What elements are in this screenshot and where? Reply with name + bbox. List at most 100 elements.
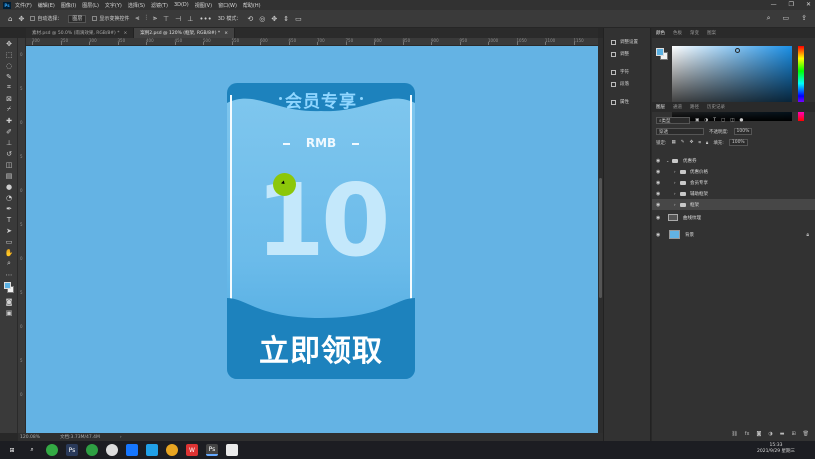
panel-adjustments[interactable]: 调整 bbox=[604, 48, 650, 60]
hand-tool-icon[interactable]: ✋ bbox=[0, 247, 18, 258]
expand-chevron-icon[interactable]: ⌄ bbox=[666, 158, 669, 163]
more-options-icon[interactable]: ••• bbox=[199, 15, 211, 23]
lock-paint-icon[interactable]: ✎ bbox=[681, 140, 685, 145]
move-tool-icon[interactable]: ✥ bbox=[0, 38, 18, 49]
3d-scale-icon[interactable]: ▭ bbox=[295, 15, 302, 23]
menu-edit[interactable]: 编辑(E) bbox=[38, 2, 55, 9]
photoshop-taskbar-icon[interactable]: Ps bbox=[66, 444, 78, 456]
ruler-horizontal[interactable]: 200 250 300 350 400 450 500 550 600 650 700 750 800 8… bbox=[26, 38, 598, 46]
canvas[interactable]: 会员专享 RMB 10 立即领取 bbox=[26, 46, 598, 433]
quick-select-tool-icon[interactable]: ✎ bbox=[0, 71, 18, 82]
3d-slide-icon[interactable]: ⇕ bbox=[283, 15, 289, 23]
status-menu-arrow[interactable]: › bbox=[120, 435, 122, 440]
link-layers-icon[interactable]: ⛓ bbox=[731, 431, 737, 437]
move-tool-icon[interactable]: ✥ bbox=[18, 15, 24, 23]
lock-position-icon[interactable]: ✥ bbox=[690, 140, 694, 145]
tab-doc-1[interactable]: 素材.psd @ 50.0% (雨滴效果, RGB/8#) * × bbox=[26, 28, 135, 38]
align-center-icon[interactable]: ⫶ bbox=[145, 14, 147, 23]
system-clock[interactable]: 15:33 2021/9/29 星期三 bbox=[757, 443, 795, 455]
screen-mode-icon[interactable]: ▣ bbox=[0, 307, 18, 318]
collapse-chevron-icon[interactable]: › bbox=[674, 180, 676, 185]
search-icon[interactable]: ⌕ bbox=[26, 444, 38, 456]
align-right-icon[interactable]: ⫸ bbox=[153, 14, 157, 23]
eyedropper-tool-icon[interactable]: ⌿ bbox=[0, 104, 18, 115]
tab-channels[interactable]: 通道 bbox=[673, 104, 682, 110]
pen-tool-icon[interactable]: ✒ bbox=[0, 203, 18, 214]
menu-view[interactable]: 视图(V) bbox=[195, 2, 212, 9]
menu-select[interactable]: 选择(S) bbox=[128, 2, 145, 9]
zoom-tool-icon[interactable]: ⌕ bbox=[0, 258, 18, 269]
gradient-tool-icon[interactable]: ▤ bbox=[0, 170, 18, 181]
3d-drag-icon[interactable]: ✥ bbox=[271, 15, 277, 23]
visibility-eye-icon[interactable]: ◉ bbox=[656, 191, 660, 197]
share-icon[interactable]: ⇪ bbox=[801, 14, 807, 23]
app-green-icon[interactable] bbox=[46, 444, 58, 456]
add-mask-icon[interactable]: ◙ bbox=[756, 431, 761, 437]
color-picker-ring[interactable] bbox=[735, 48, 740, 53]
new-layer-icon[interactable]: ⊞ bbox=[791, 431, 795, 437]
layer-kind-filter[interactable]: ⌕ 类型 bbox=[656, 117, 690, 124]
quick-mask-icon[interactable]: ◙ bbox=[0, 296, 18, 307]
app-white-icon-2[interactable] bbox=[226, 444, 238, 456]
minimize-button[interactable]: — bbox=[771, 1, 777, 8]
lasso-tool-icon[interactable]: ◌ bbox=[0, 60, 18, 71]
home-icon[interactable]: ⌂ bbox=[8, 15, 12, 23]
delete-layer-icon[interactable]: 🗑︎ bbox=[803, 431, 809, 437]
healing-tool-icon[interactable]: ✚ bbox=[0, 115, 18, 126]
lock-artboard-icon[interactable]: ⌗ bbox=[698, 140, 701, 146]
panel-paragraph[interactable]: 段落 bbox=[604, 78, 650, 90]
tab-paths[interactable]: 路径 bbox=[690, 104, 699, 110]
layer-row-member-group[interactable]: ◉ › 会员专享 bbox=[652, 177, 815, 188]
workspace-icon[interactable]: ▭ bbox=[783, 14, 790, 23]
stamp-tool-icon[interactable]: ⊥ bbox=[0, 137, 18, 148]
visibility-eye-icon[interactable]: ◉ bbox=[656, 169, 660, 175]
visibility-eye-icon[interactable]: ◉ bbox=[656, 158, 660, 164]
frame-tool-icon[interactable]: ⊠ bbox=[0, 93, 18, 104]
eraser-tool-icon[interactable]: ◫ bbox=[0, 159, 18, 170]
menu-filter[interactable]: 滤镜(T) bbox=[151, 2, 168, 9]
ruler-vertical[interactable]: 0 5 0 5 0 5 0 5 0 5 0 bbox=[18, 38, 26, 433]
layer-row-curve-texture[interactable]: ◉ 曲线纹理 bbox=[652, 212, 815, 223]
app-bird-icon[interactable] bbox=[146, 444, 158, 456]
align-left-icon[interactable]: ⫷ bbox=[135, 14, 139, 23]
tab-layers[interactable]: 图层 bbox=[656, 104, 665, 110]
close-button[interactable]: ✕ bbox=[806, 1, 811, 8]
color-swatches[interactable] bbox=[0, 280, 17, 296]
zoom-level[interactable]: 120.08% bbox=[20, 435, 40, 440]
menu-image[interactable]: 图像(I) bbox=[61, 2, 76, 9]
layer-row-background[interactable]: ◉ 背景 🔒︎ bbox=[652, 229, 815, 240]
filter-type-icon[interactable]: T bbox=[713, 118, 716, 123]
tab-color[interactable]: 颜色 bbox=[656, 30, 665, 36]
more-tools-icon[interactable]: ⋯ bbox=[0, 269, 18, 280]
panel-character[interactable]: 字符 bbox=[604, 66, 650, 78]
panel-foreground-swatch[interactable] bbox=[656, 48, 664, 56]
lock-pixels-icon[interactable]: ▦ bbox=[672, 140, 676, 145]
auto-select-dropdown[interactable]: 图层 bbox=[68, 14, 87, 23]
fx-icon[interactable]: fx bbox=[745, 431, 750, 437]
filter-smart-icon[interactable]: ◫ bbox=[730, 118, 734, 123]
panel-adjust-settings[interactable]: 调整设置 bbox=[604, 36, 650, 48]
type-tool-icon[interactable]: T bbox=[0, 214, 18, 225]
panel-properties[interactable]: 属性 bbox=[604, 96, 650, 108]
app-white-icon[interactable] bbox=[106, 444, 118, 456]
app-blue-icon[interactable] bbox=[126, 444, 138, 456]
marquee-tool-icon[interactable]: ⬚ bbox=[0, 49, 18, 60]
photoshop-active-icon[interactable]: Ps bbox=[206, 444, 218, 456]
layer-row-coupon-group[interactable]: ◉ ⌄ 优惠券 bbox=[652, 155, 815, 166]
history-brush-tool-icon[interactable]: ↺ bbox=[0, 148, 18, 159]
menu-help[interactable]: 帮助(H) bbox=[243, 2, 261, 9]
3d-rotate-icon[interactable]: ⟲ bbox=[247, 15, 253, 23]
fill-input[interactable]: 100% bbox=[728, 139, 748, 146]
tab-close-icon[interactable]: × bbox=[123, 31, 127, 36]
filter-adjust-icon[interactable]: ◑ bbox=[704, 118, 708, 123]
windows-start-icon[interactable]: ⊞ bbox=[6, 444, 18, 456]
dodge-tool-icon[interactable]: ◔ bbox=[0, 192, 18, 203]
visibility-eye-icon[interactable]: ◉ bbox=[656, 232, 660, 238]
tab-doc-2[interactable]: 案例2.psd @ 120% (框架, RGB/8#) * × bbox=[134, 28, 235, 38]
wechat-icon[interactable] bbox=[86, 444, 98, 456]
align-top-icon[interactable]: ⊤ bbox=[163, 15, 169, 23]
scrollbar-thumb[interactable] bbox=[599, 178, 602, 298]
crop-tool-icon[interactable]: ⌗ bbox=[0, 82, 18, 93]
collapse-chevron-icon[interactable]: › bbox=[674, 202, 676, 207]
tab-gradients[interactable]: 渐变 bbox=[690, 30, 699, 36]
